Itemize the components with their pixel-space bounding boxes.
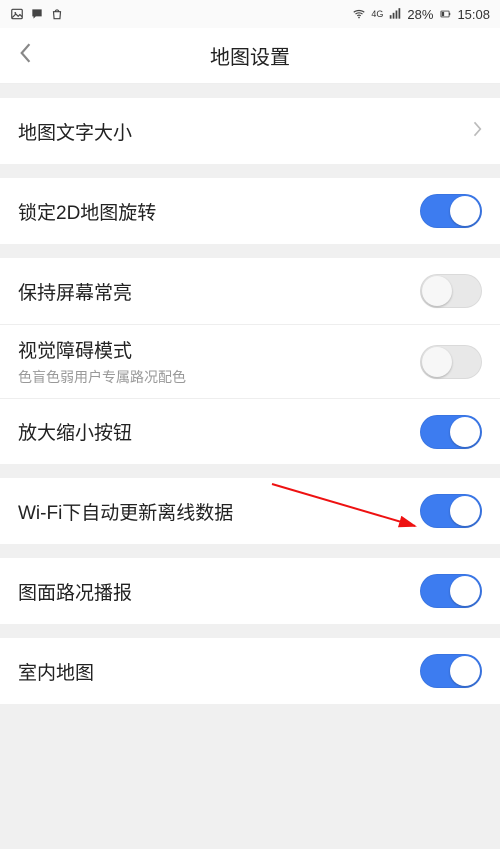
header: 地图设置 xyxy=(0,28,500,84)
signal-icon xyxy=(388,7,402,21)
gallery-icon xyxy=(10,7,24,21)
wifi-icon xyxy=(352,7,366,21)
row-lock-2d: 锁定2D地图旋转 xyxy=(0,178,500,244)
row-label: 放大缩小按钮 xyxy=(18,418,132,445)
clock: 15:08 xyxy=(457,7,490,22)
back-button[interactable] xyxy=(0,28,50,84)
chevron-left-icon xyxy=(18,42,32,69)
row-label: 地图文字大小 xyxy=(18,118,132,145)
chat-icon xyxy=(30,7,44,21)
row-indoor: 室内地图 xyxy=(0,638,500,704)
toggle-zoom-btn[interactable] xyxy=(420,415,482,449)
row-label: Wi-Fi下自动更新离线数据 xyxy=(18,498,233,525)
row-traffic-voice: 图面路况播报 xyxy=(0,558,500,624)
row-label: 保持屏幕常亮 xyxy=(18,278,132,305)
row-label: 视觉障碍模式 xyxy=(18,336,186,363)
toggle-wifi-update[interactable] xyxy=(420,494,482,528)
toggle-screen-on[interactable] xyxy=(420,274,482,308)
row-sublabel: 色盲色弱用户专属路况配色 xyxy=(18,367,186,387)
network-label: 4G xyxy=(371,10,383,19)
status-bar: 4G 28% 15:08 xyxy=(0,0,500,28)
row-label: 图面路况播报 xyxy=(18,578,132,605)
toggle-traffic-voice[interactable] xyxy=(420,574,482,608)
chevron-right-icon xyxy=(472,120,482,143)
row-colorblind: 视觉障碍模式 色盲色弱用户专属路况配色 xyxy=(0,324,500,398)
page-title: 地图设置 xyxy=(0,41,500,70)
toggle-indoor[interactable] xyxy=(420,654,482,688)
toggle-lock-2d[interactable] xyxy=(420,194,482,228)
status-right: 4G 28% 15:08 xyxy=(352,7,490,22)
row-wifi-update: Wi-Fi下自动更新离线数据 xyxy=(0,478,500,544)
battery-icon xyxy=(438,7,452,21)
bag-icon xyxy=(50,7,64,21)
row-text-size[interactable]: 地图文字大小 xyxy=(0,98,500,164)
battery-pct: 28% xyxy=(407,7,433,22)
row-screen-on: 保持屏幕常亮 xyxy=(0,258,500,324)
status-left xyxy=(10,7,64,21)
row-label: 室内地图 xyxy=(18,658,94,685)
toggle-colorblind[interactable] xyxy=(420,345,482,379)
row-label: 锁定2D地图旋转 xyxy=(18,198,156,225)
row-zoom-btn: 放大缩小按钮 xyxy=(0,398,500,464)
